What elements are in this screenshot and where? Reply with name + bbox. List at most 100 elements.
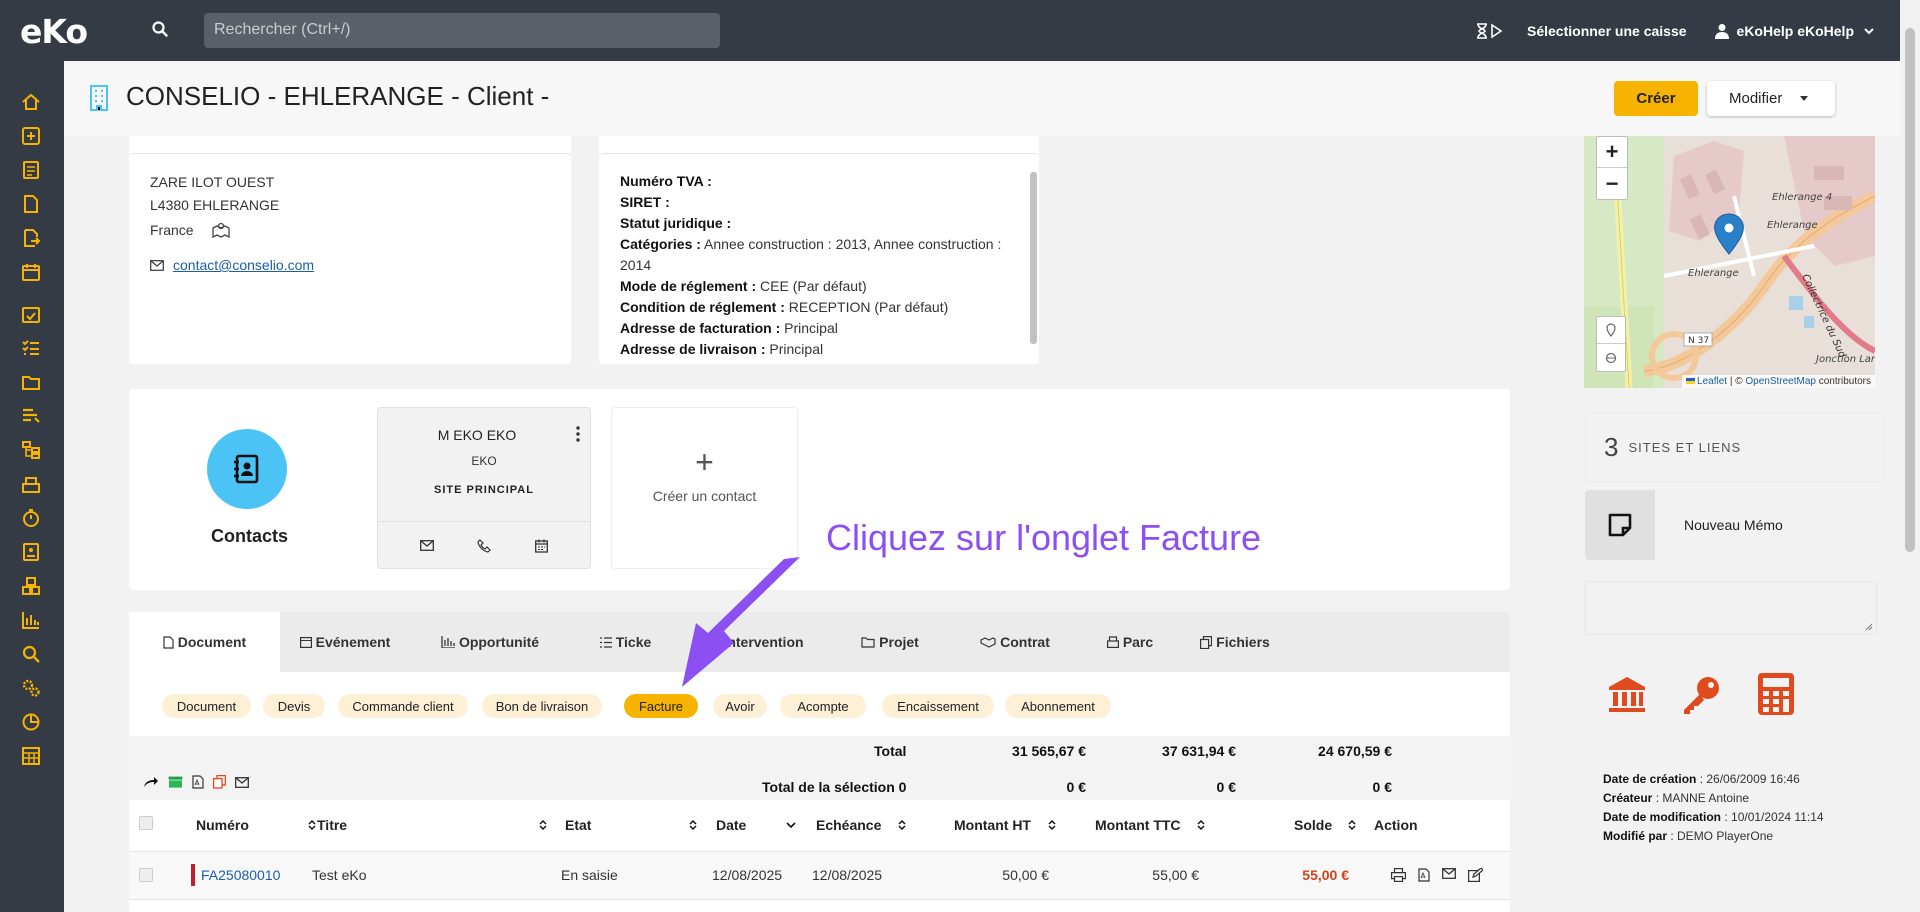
address-book-icon[interactable] [207, 429, 287, 509]
card-top-strip [599, 136, 1039, 154]
memo-textarea[interactable] [1585, 581, 1877, 635]
pill-avoir[interactable]: Avoir [713, 694, 767, 718]
tab-document[interactable]: Document [129, 612, 280, 672]
email-link[interactable]: contact@conselio.com [173, 257, 314, 273]
copy-icon[interactable] [213, 775, 226, 789]
chevron-down-icon [1862, 24, 1876, 38]
leaflet-link[interactable]: Leaflet [1697, 376, 1727, 387]
cogs-icon[interactable] [21, 678, 41, 698]
calendar-check-icon[interactable] [21, 304, 41, 324]
file-icon[interactable] [21, 194, 41, 214]
pill-bon-de-livraison[interactable]: Bon de livraison [482, 694, 602, 718]
scrollbar-thumb[interactable] [1905, 28, 1915, 552]
pill-abonnement[interactable]: Abonnement [1005, 694, 1111, 718]
map-pin-icon[interactable] [1597, 317, 1625, 344]
col-date[interactable]: Date [716, 817, 796, 833]
select-all-checkbox[interactable] [139, 816, 153, 830]
boxes-icon[interactable] [21, 576, 41, 596]
table-icon[interactable] [21, 746, 41, 766]
envelope-icon[interactable] [235, 776, 249, 788]
pill-acompte[interactable]: Acompte [780, 694, 866, 718]
sitemap-icon[interactable] [21, 440, 41, 460]
info-scrollbar[interactable] [1030, 172, 1037, 344]
envelope-icon[interactable] [1442, 868, 1456, 882]
pill-commande-client[interactable]: Commande client [338, 694, 468, 718]
print-icon[interactable] [1391, 868, 1406, 882]
col-titre[interactable]: Titre [317, 817, 547, 833]
col-montant-ht[interactable]: Montant HT [954, 817, 1056, 833]
pdf-icon[interactable] [192, 775, 204, 789]
calendar-icon[interactable] [535, 539, 549, 553]
col-action: Action [1374, 817, 1418, 833]
calendar-icon[interactable] [21, 262, 41, 282]
tab-fichiers[interactable]: Fichiers [1180, 612, 1290, 672]
list-doc-icon[interactable] [21, 160, 41, 180]
pie-chart-icon[interactable] [21, 712, 41, 732]
location-map[interactable]: Ehlerange 4 Ehlerange Ehlerange N 37 Col… [1584, 136, 1875, 388]
row-numero-link[interactable]: FA25080010 [201, 867, 280, 883]
modify-dropdown-button[interactable]: Modifier [1707, 81, 1835, 116]
task-list-icon[interactable] [21, 338, 41, 358]
col-montant-ttc[interactable]: Montant TTC [1095, 817, 1205, 833]
map-marked-icon[interactable] [211, 222, 230, 238]
new-memo-button[interactable]: Nouveau Mémo [1585, 490, 1885, 560]
map-zoom-in-button[interactable]: + [1597, 137, 1627, 168]
hourglass-play-icon[interactable] [1475, 22, 1503, 40]
sites-links-card[interactable]: 3 SITES ET LIENS [1585, 412, 1885, 482]
cash-register-icon[interactable] [21, 474, 41, 494]
id-card-icon[interactable] [21, 542, 41, 562]
envelope-icon[interactable] [419, 540, 434, 551]
page-scrollbar[interactable] [1900, 0, 1920, 912]
tab-evenement[interactable]: Evénement [280, 612, 410, 672]
tab-projet[interactable]: Projet [830, 612, 950, 672]
key-icon[interactable] [1680, 674, 1722, 716]
share-arrow-icon[interactable] [143, 776, 159, 788]
folder-open-icon[interactable] [21, 372, 41, 392]
user-menu[interactable]: eKoHelp eKoHelp [1714, 23, 1876, 39]
col-label: Numéro [196, 817, 249, 833]
bar-chart-icon[interactable] [21, 610, 41, 630]
osm-link[interactable]: OpenStreetMap [1745, 376, 1816, 387]
sites-count: 3 [1604, 431, 1619, 462]
create-contact-button[interactable]: + Créer un contact [611, 407, 798, 569]
search-input[interactable]: Rechercher (Ctrl+/) [204, 13, 720, 48]
tab-parc[interactable]: Parc [1080, 612, 1180, 672]
money-icon[interactable] [168, 776, 183, 789]
search-icon[interactable] [151, 20, 169, 38]
resize-handle-icon[interactable] [1865, 623, 1873, 631]
tab-opportunite[interactable]: Opportunité [410, 612, 570, 672]
siret-label: SIRET : [620, 194, 670, 210]
contact-card[interactable]: M EKO EKO EKO SITE PRINCIPAL [377, 407, 591, 569]
col-numero[interactable]: Numéro [196, 817, 316, 833]
col-solde[interactable]: Solde [1294, 817, 1356, 833]
pill-facture[interactable]: Facture [624, 694, 698, 718]
edit-icon[interactable] [1468, 868, 1483, 882]
create-button[interactable]: Créer [1614, 81, 1698, 116]
kebab-menu-icon[interactable] [576, 426, 580, 442]
file-export-icon[interactable] [21, 228, 41, 248]
home-icon[interactable] [21, 92, 41, 112]
pill-document[interactable]: Document [162, 694, 251, 718]
eko-logo[interactable]: eKo [20, 12, 88, 51]
bank-icon[interactable] [1607, 674, 1647, 714]
calculator-icon[interactable] [1757, 672, 1795, 716]
select-caisse-button[interactable]: Sélectionner une caisse [1527, 23, 1687, 39]
cash-register-icon [1106, 636, 1119, 648]
phone-icon[interactable] [477, 538, 492, 553]
tab-ticket[interactable]: Ticke [570, 612, 680, 672]
pdf-icon[interactable] [1418, 868, 1430, 882]
row-checkbox[interactable] [139, 868, 153, 882]
map-zoom-out-button[interactable]: − [1597, 168, 1627, 199]
table-row[interactable]: FA25080010 Test eKo En saisie 12/08/2025… [129, 852, 1510, 900]
search-icon[interactable] [21, 644, 41, 664]
tools-icon[interactable] [21, 406, 41, 426]
stopwatch-icon[interactable] [21, 508, 41, 528]
col-etat[interactable]: Etat [565, 817, 697, 833]
contact-name: M EKO EKO [437, 427, 517, 443]
pill-encaissement[interactable]: Encaissement [882, 694, 994, 718]
map-layers-icon[interactable] [1597, 344, 1625, 371]
add-square-icon[interactable] [21, 126, 41, 146]
col-echeance[interactable]: Echéance [816, 817, 906, 833]
pill-devis[interactable]: Devis [263, 694, 325, 718]
tab-contrat[interactable]: Contrat [950, 612, 1080, 672]
